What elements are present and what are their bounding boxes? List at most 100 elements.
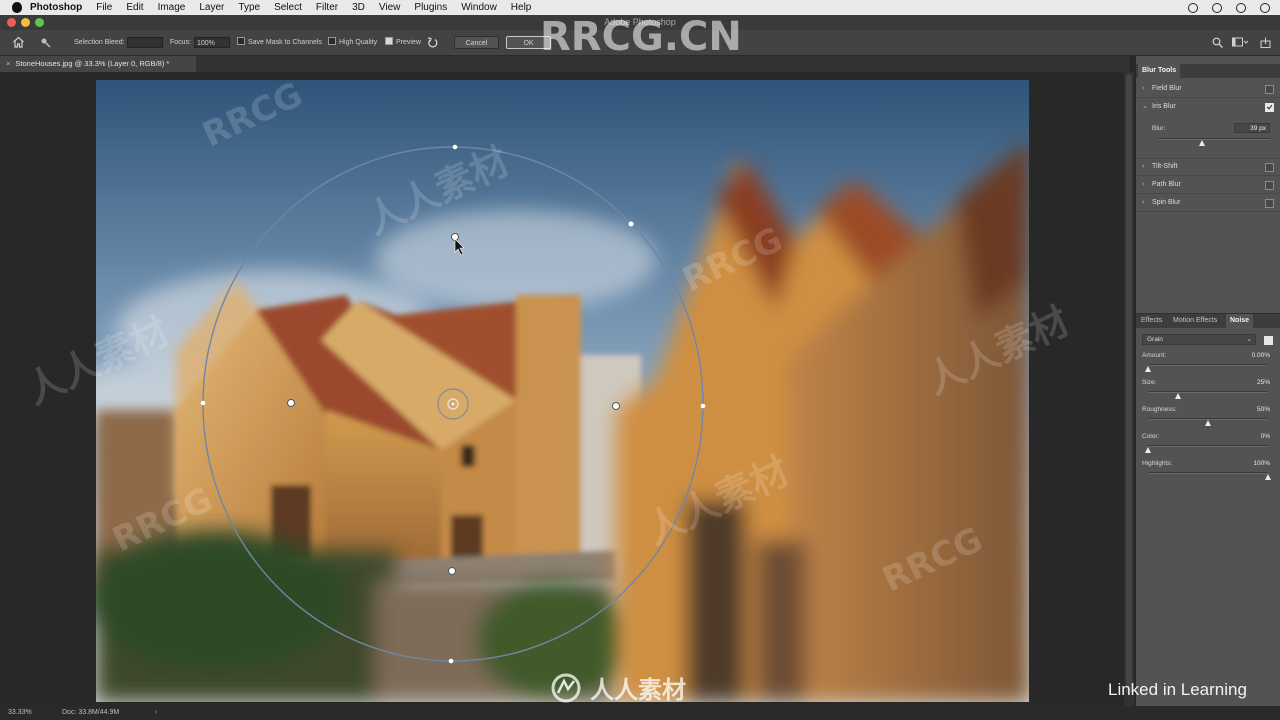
menu-plugins[interactable]: Plugins — [414, 0, 447, 15]
field-blur-checkbox[interactable] — [1265, 85, 1274, 94]
menu-view[interactable]: View — [379, 0, 401, 15]
amount-value[interactable]: 0.00% — [1240, 352, 1270, 359]
amount-label: Amount: — [1142, 352, 1167, 359]
menu-extras-icon[interactable] — [1260, 2, 1270, 13]
iris-handle-left[interactable] — [200, 400, 206, 406]
selection-bleed-label: Selection Bleed: — [74, 39, 125, 46]
linkedin-learning-branding: Linked in Learning — [1108, 680, 1247, 700]
tilt-shift-expand-icon[interactable]: › — [1142, 158, 1144, 176]
menu-edit[interactable]: Edit — [126, 0, 143, 15]
iris-blur-collapse-icon[interactable]: ⌄ — [1142, 98, 1148, 116]
save-mask-checkbox[interactable]: Save Mask to Channels — [237, 30, 322, 55]
blur-slider-track[interactable] — [1158, 138, 1270, 140]
size-slider-knob[interactable] — [1175, 393, 1181, 399]
preview-checkbox[interactable]: Preview — [385, 30, 421, 55]
workspace-switcher-icon[interactable] — [1232, 37, 1248, 48]
roughness-value[interactable]: 50% — [1240, 406, 1270, 413]
amount-slider-track[interactable] — [1148, 364, 1268, 366]
blur-tools-tab[interactable]: Blur Tools — [1138, 64, 1181, 78]
feather-handle-right[interactable] — [612, 402, 620, 410]
spin-blur-checkbox[interactable] — [1265, 199, 1274, 208]
field-blur-label: Field Blur — [1152, 85, 1182, 92]
cancel-button[interactable]: Cancel — [454, 36, 499, 49]
iris-handle-top[interactable] — [452, 144, 458, 150]
document-tab[interactable]: × StoneHouses.jpg @ 33.3% (Layer 0, RGB/8… — [0, 56, 196, 72]
vertical-scrollbar[interactable] — [1124, 72, 1134, 706]
iris-handle-bottom[interactable] — [448, 658, 454, 664]
path-blur-row[interactable]: › Path Blur — [1136, 176, 1280, 194]
menu-window[interactable]: Window — [461, 0, 497, 15]
size-slider-track[interactable] — [1148, 391, 1268, 393]
color-value[interactable]: 0% — [1240, 433, 1270, 440]
status-menu-arrow-icon[interactable]: › — [155, 706, 157, 720]
noise-enable-checkbox[interactable] — [1264, 336, 1273, 345]
path-blur-checkbox[interactable] — [1265, 181, 1274, 190]
close-tab-icon[interactable]: × — [6, 59, 10, 68]
preview-check-icon[interactable] — [385, 37, 393, 46]
zoom-window-icon[interactable] — [35, 18, 44, 27]
tab-effects[interactable]: Effects — [1141, 314, 1162, 328]
window-title-bar: Adobe Photoshop — [0, 15, 1280, 30]
feather-handle-bottom[interactable] — [448, 567, 456, 575]
close-window-icon[interactable] — [7, 18, 16, 27]
share-icon[interactable] — [1260, 37, 1272, 48]
menu-help[interactable]: Help — [511, 0, 532, 15]
amount-slider-knob[interactable] — [1145, 366, 1151, 372]
color-slider-track[interactable] — [1148, 445, 1268, 447]
iris-handle-right[interactable] — [700, 403, 706, 409]
roughness-slider-knob[interactable] — [1205, 420, 1211, 426]
spin-blur-expand-icon[interactable]: › — [1142, 194, 1144, 212]
document-tab-label: StoneHouses.jpg @ 33.3% (Layer 0, RGB/8)… — [15, 59, 170, 68]
tab-motion-effects[interactable]: Motion Effects — [1173, 314, 1217, 328]
spotlight-search-icon[interactable] — [1236, 2, 1246, 13]
save-mask-check-icon[interactable] — [237, 37, 245, 46]
menu-select[interactable]: Select — [274, 0, 302, 15]
options-bar: Selection Bleed: Focus: 100% Save Mask t… — [0, 30, 1280, 56]
blur-amount-field[interactable]: 39 px — [1234, 123, 1270, 133]
feather-handle-left[interactable] — [287, 399, 295, 407]
path-blur-expand-icon[interactable]: › — [1142, 176, 1144, 194]
apple-icon[interactable] — [12, 2, 22, 13]
tilt-shift-checkbox[interactable] — [1265, 163, 1274, 172]
iris-roundness-handle[interactable] — [627, 220, 635, 228]
menu-layer[interactable]: Layer — [199, 0, 224, 15]
blur-pin-tool-icon[interactable] — [40, 37, 51, 48]
menu-filter[interactable]: Filter — [316, 0, 338, 15]
menu-image[interactable]: Image — [158, 0, 186, 15]
doc-size-info[interactable]: Doc: 33.8M/44.9M — [62, 706, 119, 720]
reset-pins-icon[interactable] — [427, 37, 438, 48]
spin-blur-row[interactable]: › Spin Blur — [1136, 194, 1280, 212]
rrcg-logo-icon — [551, 673, 581, 702]
blur-slider-knob[interactable] — [1198, 140, 1205, 146]
field-blur-expand-icon[interactable]: › — [1142, 80, 1144, 98]
minimize-window-icon[interactable] — [21, 18, 30, 27]
tab-noise[interactable]: Noise — [1226, 314, 1254, 328]
menu-type[interactable]: Type — [238, 0, 260, 15]
zoom-level[interactable]: 33.33% — [8, 706, 32, 720]
search-icon[interactable] — [1212, 37, 1223, 48]
size-value[interactable]: 25% — [1240, 379, 1270, 386]
tilt-shift-row[interactable]: › Tilt-Shift — [1136, 158, 1280, 176]
menu-photoshop[interactable]: Photoshop — [30, 0, 82, 15]
menu-3d[interactable]: 3D — [352, 0, 365, 15]
home-icon[interactable] — [12, 36, 25, 48]
field-blur-row[interactable]: › Field Blur — [1136, 80, 1280, 98]
iris-blur-checkbox[interactable] — [1265, 103, 1274, 112]
high-quality-checkbox[interactable]: High Quality — [328, 30, 377, 55]
menu-file[interactable]: File — [96, 0, 112, 15]
focus-field[interactable]: 100% — [194, 37, 230, 48]
control-center-icon[interactable] — [1212, 2, 1222, 13]
noise-type-select[interactable]: Grain ⌄ — [1142, 334, 1256, 345]
high-quality-check-icon[interactable] — [328, 37, 336, 46]
highlights-slider-knob[interactable] — [1265, 474, 1271, 480]
scrollbar-thumb[interactable] — [1126, 74, 1132, 694]
highlights-slider-track[interactable] — [1148, 472, 1268, 474]
iris-blur-row[interactable]: ⌄ Iris Blur — [1136, 98, 1280, 116]
highlights-value[interactable]: 100% — [1240, 460, 1270, 467]
ok-button[interactable]: OK — [506, 36, 551, 49]
selection-bleed-field[interactable] — [127, 37, 163, 48]
photo-canvas[interactable] — [96, 80, 1029, 702]
creative-cloud-icon[interactable] — [1188, 2, 1198, 13]
roughness-label: Roughness: — [1142, 406, 1177, 413]
color-slider-knob[interactable] — [1145, 447, 1151, 453]
